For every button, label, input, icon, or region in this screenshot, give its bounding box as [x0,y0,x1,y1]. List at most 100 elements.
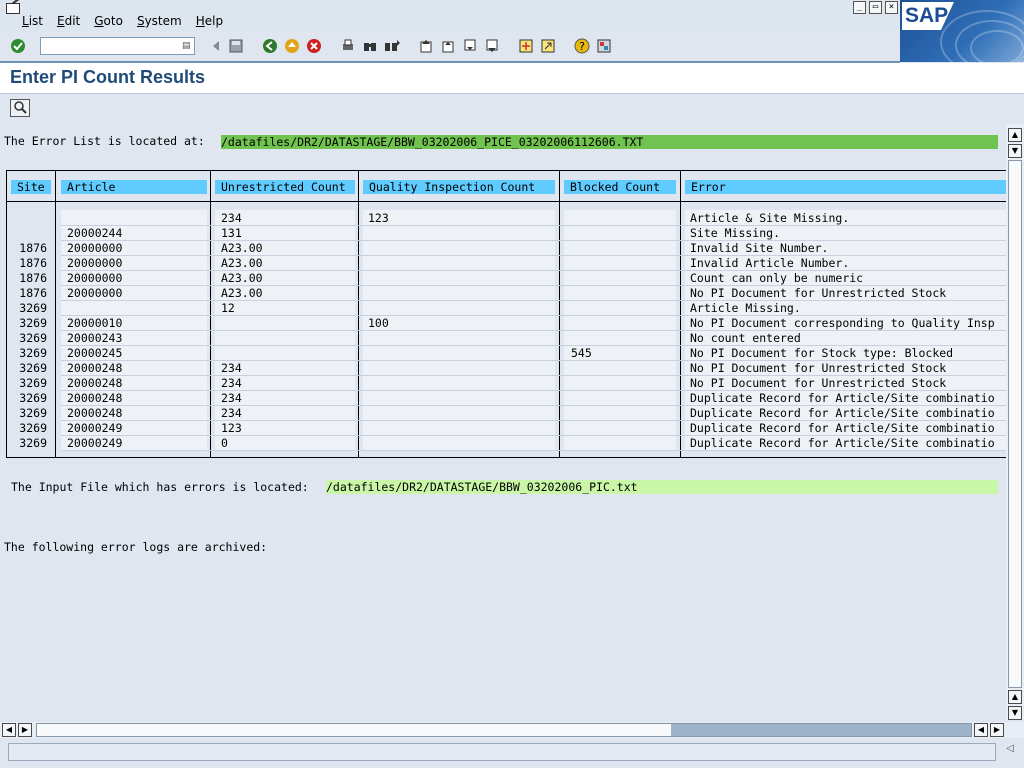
last-page-icon[interactable] [484,38,500,54]
cell-unrestricted[interactable]: 234 [221,211,242,226]
cell-site[interactable]: 1876 [7,241,47,256]
back-disabled-icon[interactable] [208,38,224,54]
cell-article[interactable]: 20000245 [67,346,122,361]
menu-system[interactable]: System [137,14,182,28]
status-expand-icon[interactable]: ◁ [1006,743,1014,754]
cell-article[interactable]: 20000243 [67,331,122,346]
cell-unrestricted[interactable]: A23.00 [221,241,263,256]
search-icon[interactable] [10,99,30,117]
cell-error[interactable]: No PI Document corresponding to Quality … [690,316,995,331]
vertical-scroll-thumb[interactable] [1008,160,1022,688]
cancel-icon[interactable] [306,38,322,54]
header-unrestricted-count[interactable]: Unrestricted Count [215,180,355,194]
cell-article[interactable]: 20000244 [67,226,122,241]
exit-icon[interactable] [284,38,300,54]
header-error[interactable]: Error [685,180,1006,194]
cell-quality[interactable]: 100 [368,316,389,331]
scroll-page-left-icon[interactable]: ▶ [18,723,32,737]
command-field[interactable]: ▤ [40,37,195,55]
cell-article[interactable]: 20000010 [67,316,122,331]
vertical-scrollbar[interactable]: ▲ ▼ ▲ ▼ [1006,124,1024,720]
horizontal-scroll-track[interactable] [36,723,972,737]
cell-site[interactable]: 3269 [7,436,47,451]
cell-quality[interactable]: 123 [368,211,389,226]
find-next-icon[interactable] [384,38,400,54]
cell-error[interactable]: Invalid Article Number. [690,256,849,271]
cell-site[interactable] [7,211,47,226]
cell-error[interactable]: No PI Document for Stock type: Blocked [690,346,953,361]
cell-site[interactable]: 3269 [7,376,47,391]
cell-site[interactable]: 1876 [7,256,47,271]
cell-error[interactable]: No PI Document for Unrestricted Stock [690,361,946,376]
cell-unrestricted[interactable]: 12 [221,301,235,316]
cell-unrestricted[interactable]: 234 [221,376,242,391]
horizontal-scroll-thumb[interactable] [671,724,971,736]
cell-error[interactable]: Site Missing. [690,226,780,241]
cell-article[interactable]: 20000249 [67,436,122,451]
cell-article[interactable]: 20000000 [67,286,122,301]
cell-error[interactable]: Duplicate Record for Article/Site combin… [690,406,995,421]
menu-goto[interactable]: Goto [94,14,123,28]
cell-error[interactable]: No PI Document for Unrestricted Stock [690,376,946,391]
cell-site[interactable] [7,226,47,241]
cell-site[interactable]: 1876 [7,271,47,286]
cell-unrestricted[interactable]: 234 [221,406,242,421]
cell-error[interactable]: Article & Site Missing. [690,211,849,226]
cell-unrestricted[interactable]: 131 [221,226,242,241]
help-icon[interactable]: ? [574,38,590,54]
print-icon[interactable] [340,38,356,54]
cell-error[interactable]: Duplicate Record for Article/Site combin… [690,391,995,406]
find-icon[interactable] [362,38,378,54]
scroll-down-icon[interactable]: ▼ [1008,706,1022,720]
customize-layout-icon[interactable] [596,38,612,54]
cell-unrestricted[interactable]: A23.00 [221,286,263,301]
cell-error[interactable]: Invalid Site Number. [690,241,828,256]
create-session-icon[interactable] [518,38,534,54]
cell-site[interactable]: 3269 [7,421,47,436]
cell-site[interactable]: 3269 [7,346,47,361]
scroll-page-right-icon[interactable]: ◀ [974,723,988,737]
system-menu-icon[interactable] [6,3,20,14]
menu-help[interactable]: Help [196,14,223,28]
cell-error[interactable]: No PI Document for Unrestricted Stock [690,286,946,301]
cell-site[interactable]: 3269 [7,316,47,331]
first-page-icon[interactable] [418,38,434,54]
cell-unrestricted[interactable]: A23.00 [221,271,263,286]
cell-article[interactable]: 20000248 [67,391,122,406]
command-dropdown-icon[interactable]: ▤ [182,40,192,52]
cell-error[interactable]: Duplicate Record for Article/Site combin… [690,436,995,451]
close-window-button[interactable]: × [885,1,898,14]
header-site[interactable]: Site [11,180,51,194]
next-page-icon[interactable] [462,38,478,54]
cell-unrestricted[interactable]: 0 [221,436,228,451]
header-quality-inspection-count[interactable]: Quality Inspection Count [363,180,555,194]
cell-article[interactable]: 20000000 [67,256,122,271]
cell-article[interactable]: 20000000 [67,241,122,256]
cell-article[interactable]: 20000000 [67,271,122,286]
save-icon[interactable] [228,38,244,54]
minimize-button[interactable]: _ [853,1,866,14]
cell-article[interactable]: 20000248 [67,406,122,421]
cell-article[interactable]: 20000248 [67,376,122,391]
cell-article[interactable]: 20000249 [67,421,122,436]
input-file-path[interactable]: /datafiles/DR2/DATASTAGE/BBW_03202006_PI… [326,480,998,494]
scroll-page-down-icon[interactable]: ▲ [1008,690,1022,704]
shortcut-icon[interactable] [540,38,556,54]
cell-unrestricted[interactable]: 123 [221,421,242,436]
scroll-right-icon[interactable]: ▶ [990,723,1004,737]
previous-page-icon[interactable] [440,38,456,54]
cell-unrestricted[interactable]: A23.00 [221,256,263,271]
cell-error[interactable]: No count entered [690,331,801,346]
cell-site[interactable]: 3269 [7,406,47,421]
cell-site[interactable]: 3269 [7,391,47,406]
scroll-up-icon[interactable]: ▲ [1008,128,1022,142]
cell-site[interactable]: 3269 [7,361,47,376]
enter-icon[interactable] [10,38,26,54]
scroll-page-up-icon[interactable]: ▼ [1008,144,1022,158]
cell-site[interactable]: 1876 [7,286,47,301]
header-blocked-count[interactable]: Blocked Count [564,180,676,194]
cell-error[interactable]: Count can only be numeric [690,271,863,286]
menu-edit[interactable]: Edit [57,14,80,28]
horizontal-scrollbar[interactable]: ◀ ▶ ◀ ▶ [0,722,1024,738]
header-article[interactable]: Article [61,180,207,194]
